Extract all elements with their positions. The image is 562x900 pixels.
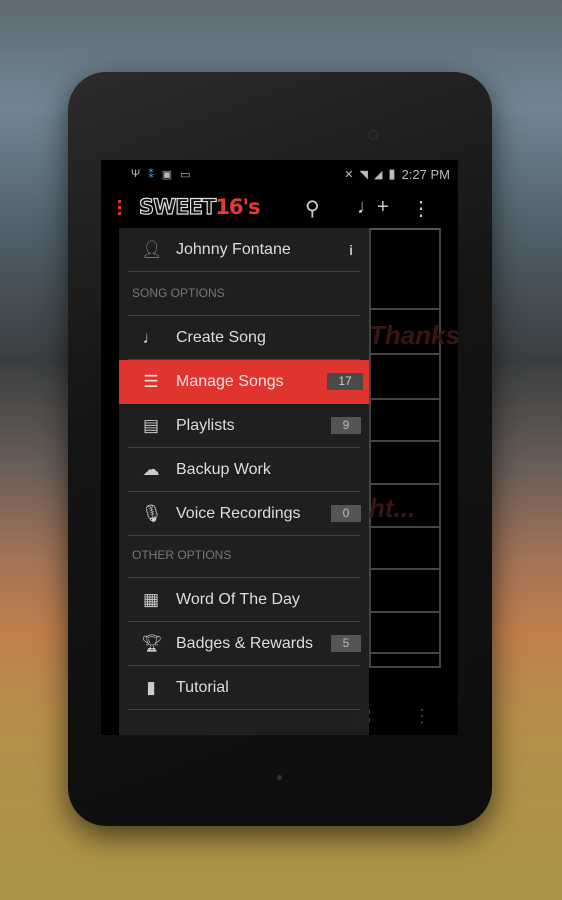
- status-bar: Ψ ⁑ ▣ ▭ ✕ ◥ ◢ ▮ 2:27 PM: [101, 160, 458, 188]
- divider: [128, 709, 360, 710]
- count-badge: 5: [331, 635, 361, 652]
- action-bar: SWEET16's ⚲ ♩+ ⋮: [101, 188, 458, 228]
- overflow-menu-icon[interactable]: ⋮: [411, 196, 431, 221]
- section-header: OTHER OPTIONS: [132, 548, 232, 562]
- camera: [368, 130, 378, 140]
- info-icon[interactable]: i: [349, 242, 353, 258]
- voicemail-icon: ▭: [180, 168, 191, 181]
- drawer-item-label: Manage Songs: [176, 373, 284, 390]
- overflow-menu-icon[interactable]: ⋮: [413, 706, 431, 727]
- app-logo[interactable]: SWEET16's: [138, 194, 260, 219]
- song-list-icon: ☰: [143, 372, 159, 391]
- backup-icon: ☁: [142, 460, 160, 479]
- trophy-icon: 🏆︎: [141, 634, 163, 653]
- drawer-item-label: Backup Work: [176, 461, 271, 478]
- clock: 2:27 PM: [401, 166, 450, 182]
- drawer-item-backup-work[interactable]: ☁ Backup Work: [119, 448, 369, 492]
- song-list-background: [369, 228, 441, 668]
- drawer-item-label: Word Of The Day: [176, 591, 300, 608]
- signal-icon: ◢: [373, 168, 383, 181]
- drawer-item-label: Tutorial: [176, 679, 229, 696]
- drawer-item-voice-recordings[interactable]: 🎙︎ Voice Recordings 0: [119, 492, 369, 536]
- add-song-icon: ♩: [142, 328, 160, 347]
- user-icon: 👤︎: [141, 240, 163, 259]
- divider: [128, 535, 360, 536]
- drawer-item-manage-songs[interactable]: ☰ Manage Songs 17: [119, 360, 369, 404]
- calendar-icon: ▦: [142, 590, 160, 609]
- count-badge: 17: [327, 373, 363, 390]
- drawer-item-label: Voice Recordings: [176, 505, 301, 522]
- mute-icon: ✕: [344, 168, 354, 181]
- search-icon[interactable]: ⚲: [305, 196, 320, 221]
- usb-icon: Ψ: [131, 167, 141, 180]
- battery-charging-icon: ▮: [388, 166, 396, 181]
- drawer-item-create-song[interactable]: ♩ Create Song: [119, 316, 369, 360]
- drawer-item-playlists[interactable]: ▤ Playlists 9: [119, 404, 369, 448]
- wifi-icon: ◥: [359, 168, 368, 181]
- drawer-toggle-icon[interactable]: [118, 200, 121, 216]
- book-icon: ▮: [146, 678, 156, 697]
- drawer-item-badges-rewards[interactable]: 🏆︎ Badges & Rewards 5: [119, 622, 369, 666]
- drawer-item-label: Badges & Rewards: [176, 635, 313, 652]
- user-name: Johnny Fontane: [176, 241, 291, 258]
- count-badge: 9: [331, 417, 361, 434]
- ghost-text: Thanksgi...: [369, 320, 458, 350]
- add-song-icon[interactable]: ♩+: [357, 196, 389, 219]
- playlist-icon: ▤: [142, 416, 160, 435]
- section-header: SONG OPTIONS: [132, 286, 225, 300]
- microphone-icon: 🎙︎: [141, 504, 163, 523]
- screen: Ψ ⁑ ▣ ▭ ✕ ◥ ◢ ▮ 2:27 PM SWEET16's ⚲ ♩+ ⋮…: [101, 160, 458, 735]
- navigation-drawer: 👤︎ Johnny Fontane i SONG OPTIONS ♩ Create…: [119, 228, 369, 735]
- ghost-text: ht...: [369, 493, 416, 523]
- drawer-item-label: Create Song: [176, 329, 266, 346]
- home-indicator: [277, 775, 282, 780]
- user-profile-row[interactable]: 👤︎ Johnny Fontane i: [119, 228, 369, 272]
- count-badge: 0: [331, 505, 361, 522]
- image-icon: ▣: [161, 168, 173, 181]
- divider: [128, 271, 360, 272]
- debug-icon: ⁑: [148, 168, 154, 181]
- drawer-item-tutorial[interactable]: ▮ Tutorial: [119, 666, 369, 710]
- drawer-item-word-of-the-day[interactable]: ▦ Word Of The Day: [119, 578, 369, 622]
- drawer-item-label: Playlists: [176, 417, 235, 434]
